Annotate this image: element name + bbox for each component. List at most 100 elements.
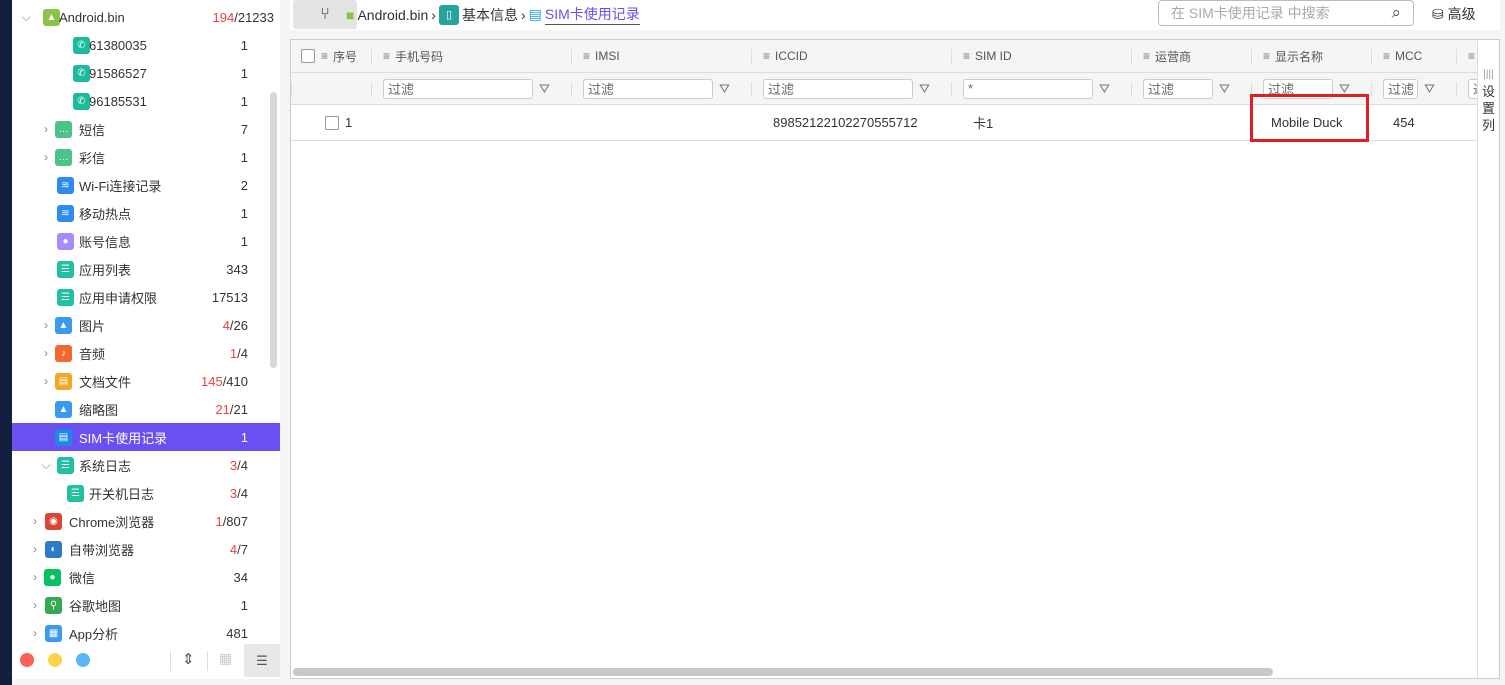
filter-input[interactable]: * xyxy=(963,78,1093,99)
grid-view-icon[interactable]: ▦ xyxy=(219,650,232,667)
sidebar-item-label: 系统日志 xyxy=(79,458,132,474)
breadcrumb-item[interactable]: Android.bin xyxy=(357,7,428,23)
sidebar-scrollbar[interactable] xyxy=(270,92,277,368)
column-header[interactable]: ≡ 手机号码 xyxy=(371,40,571,72)
chevron-right-icon[interactable]: › xyxy=(41,374,51,388)
sidebar-item[interactable]: ✆ 91586527 1 xyxy=(12,59,280,87)
filter-input[interactable]: 过滤 xyxy=(763,78,913,99)
sidebar-item[interactable]: › ● 微信 34 xyxy=(12,563,280,591)
search-icon[interactable]: ⌕ xyxy=(1391,3,1401,23)
item-count: 343 xyxy=(226,261,248,277)
column-header[interactable]: ≡ IMSI xyxy=(571,40,751,72)
filter-icon[interactable]: ⛛ xyxy=(1219,81,1230,97)
column-menu-icon[interactable]: ≡ xyxy=(1468,49,1475,63)
column-menu-icon[interactable]: ≡ xyxy=(1263,49,1270,63)
list-view-icon[interactable]: ☰ xyxy=(244,644,280,677)
sidebar-item[interactable]: ▤ SIM卡使用记录 1 xyxy=(12,423,280,451)
row-checkbox[interactable] xyxy=(325,115,339,130)
column-menu-icon[interactable]: ≡ xyxy=(583,49,590,63)
search-input[interactable]: 在 SIM卡使用记录 中搜索 ⌕ xyxy=(1158,0,1414,26)
sidebar-item[interactable]: ▲ 缩略图 21/21 xyxy=(12,395,280,423)
chevron-right-icon[interactable]: › xyxy=(30,542,40,556)
item-count: 1 xyxy=(240,205,248,221)
sidebar-item-label: 移动热点 xyxy=(79,206,132,222)
chevron-right-icon[interactable]: › xyxy=(41,122,51,136)
sim-icon: ▤ xyxy=(55,428,72,446)
sidebar-item[interactable]: › ⚲ 谷歌地图 1 xyxy=(12,591,280,619)
sidebar-item[interactable]: ✆ 96185531 1 xyxy=(12,87,280,115)
column-menu-icon[interactable]: ≡ xyxy=(321,49,328,63)
column-menu-icon[interactable]: ≡ xyxy=(1143,49,1150,63)
chevron-right-icon[interactable]: › xyxy=(41,318,51,332)
list-icon: ☰ xyxy=(57,456,74,474)
column-menu-icon[interactable]: ≡ xyxy=(763,49,770,63)
chevron-down-icon[interactable]: ⌵ xyxy=(21,10,31,25)
breadcrumb-item[interactable]: 基本信息 xyxy=(462,5,518,25)
sidebar-item[interactable]: ⌵ ▲ Android.bin 194/21233 xyxy=(12,3,280,31)
filter-input[interactable]: 过滤 xyxy=(583,78,713,99)
filter-input[interactable]: 过滤 xyxy=(1383,78,1418,99)
sidebar-item[interactable]: ☰ 应用列表 343 xyxy=(12,255,280,283)
column-settings-button[interactable]: |||| 设置列 xyxy=(1477,40,1499,678)
sidebar-item[interactable]: ✆ 61380035 1 xyxy=(12,31,280,59)
column-menu-icon[interactable]: ≡ xyxy=(963,49,970,63)
column-header[interactable]: ≡ ICCID xyxy=(751,40,951,72)
sidebar-item-label: 91586527 xyxy=(89,65,147,81)
sidebar-item-label: 开关机日志 xyxy=(89,486,155,502)
filter-icon[interactable]: ⛛ xyxy=(539,81,550,97)
chevron-down-icon[interactable]: ⌵ xyxy=(41,458,51,473)
filter-icon[interactable]: ⛛ xyxy=(719,81,730,97)
red-dot[interactable] xyxy=(20,653,34,667)
column-header[interactable]: ≡ 显示名称 xyxy=(1251,40,1371,72)
filter-input[interactable]: 过滤 xyxy=(1143,78,1213,99)
sidebar-item[interactable]: ≋ Wi-Fi连接记录 2 xyxy=(12,171,280,199)
sidebar-item[interactable]: › ♪ 音频 1/4 xyxy=(12,339,280,367)
sidebar-item-label: 短信 xyxy=(79,122,106,138)
sidebar-item[interactable]: ⌵ ☰ 系统日志 3/4 xyxy=(12,451,280,479)
sidebar-item-label: 61380035 xyxy=(89,37,147,53)
chevron-right-icon[interactable]: › xyxy=(30,570,40,584)
list-icon: ☰ xyxy=(57,288,74,306)
sidebar-item[interactable]: › ▲ 图片 4/26 xyxy=(12,311,280,339)
column-menu-icon[interactable]: ≡ xyxy=(383,49,390,63)
breadcrumb-current[interactable]: SIM卡使用记录 xyxy=(544,4,640,25)
sidebar-item[interactable]: ● 账号信息 1 xyxy=(12,227,280,255)
sidebar-item[interactable]: › … 短信 7 xyxy=(12,115,280,143)
collapse-icon[interactable]: ⇕ xyxy=(182,650,195,668)
horizontal-scrollbar[interactable] xyxy=(293,668,1273,676)
table-cell xyxy=(571,105,751,140)
chevron-right-icon[interactable]: › xyxy=(30,626,40,640)
item-count: 1/807 xyxy=(215,513,248,529)
filter-icon[interactable]: ⛛ xyxy=(1424,81,1435,97)
sidebar-item[interactable]: › ◐ 自带浏览器 4/7 xyxy=(12,535,280,563)
chevron-right-icon[interactable]: › xyxy=(30,514,40,528)
column-header[interactable]: ≡ SIM ID xyxy=(951,40,1131,72)
mms-icon: … xyxy=(55,148,72,166)
item-count: 7 xyxy=(240,121,248,137)
column-filter: 过滤 ⛛ xyxy=(751,73,951,104)
sidebar-item[interactable]: › … 彩信 1 xyxy=(12,143,280,171)
column-header[interactable]: ≡ MCC xyxy=(1371,40,1456,72)
filter-icon[interactable]: ⛛ xyxy=(1099,81,1110,97)
chevron-right-icon[interactable]: › xyxy=(41,150,51,164)
select-all-checkbox[interactable] xyxy=(301,49,315,63)
column-menu-icon[interactable]: ≡ xyxy=(1383,49,1390,63)
column-filter: 过滤 ⛛ xyxy=(1371,73,1456,104)
filter-input[interactable]: 过滤 xyxy=(383,78,533,99)
chevron-right-icon[interactable]: › xyxy=(41,346,51,360)
sidebar-item[interactable]: ≋ 移动热点 1 xyxy=(12,199,280,227)
sidebar-item[interactable]: ☰ 开关机日志 3/4 xyxy=(12,479,280,507)
sidebar-item[interactable]: ☰ 应用申请权限 17513 xyxy=(12,283,280,311)
column-header[interactable]: ≡ 运营商 xyxy=(1131,40,1251,72)
sidebar-item[interactable]: › ◉ Chrome浏览器 1/807 xyxy=(12,507,280,535)
image-icon: ▲ xyxy=(55,400,72,418)
column-header[interactable]: ≡ 序号 xyxy=(291,40,371,72)
advanced-search-button[interactable]: ⛁ 高级 xyxy=(1432,4,1476,24)
hotspot-icon: ≋ xyxy=(57,204,74,222)
sidebar-item[interactable]: › ▤ 文档文件 145/410 xyxy=(12,367,280,395)
sidebar-item-label: 账号信息 xyxy=(79,234,132,250)
blue-dot[interactable] xyxy=(76,653,90,667)
filter-icon[interactable]: ⛛ xyxy=(919,81,930,97)
yellow-dot[interactable] xyxy=(48,653,62,667)
chevron-right-icon[interactable]: › xyxy=(30,598,40,612)
